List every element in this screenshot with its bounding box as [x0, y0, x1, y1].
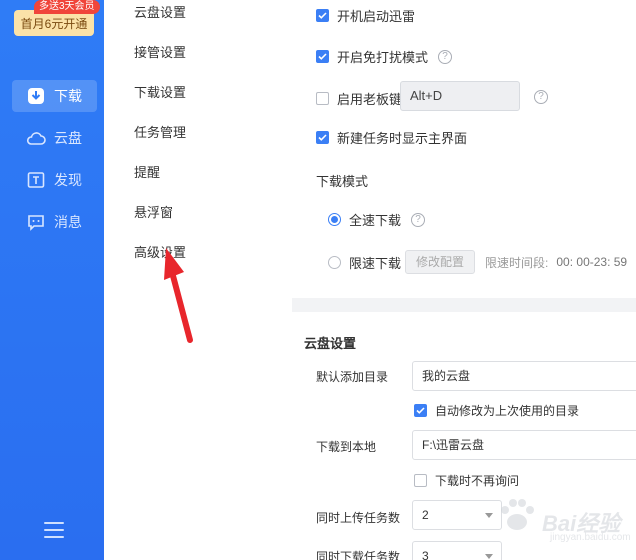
rail-item-label: 云盘	[54, 130, 82, 146]
cloud-icon	[26, 128, 46, 148]
general-settings-panel: 开机启动迅雷 开启免打扰模式 ? 启用老板键 Alt+D ? 新建任务时显示主界…	[292, 0, 636, 298]
rail-item-message[interactable]: 消息	[12, 206, 97, 238]
default-dir-label: 默认添加目录	[316, 370, 389, 384]
local-dir-field[interactable]: F:\迅雷云盘	[412, 430, 636, 460]
help-icon[interactable]: ?	[438, 49, 453, 64]
rail-item-download[interactable]: 下载	[12, 80, 97, 112]
download-count-value: 3	[422, 549, 429, 560]
message-icon	[26, 212, 46, 232]
checkbox-checked-icon[interactable]	[316, 131, 329, 144]
dnd-label: 开启免打扰模式	[337, 50, 429, 65]
checkbox-checked-icon[interactable]	[316, 9, 329, 22]
settings-nav: 云盘设置 接管设置 下载设置 任务管理 提醒 悬浮窗 高级设置	[104, 0, 292, 560]
rail-item-label: 发现	[54, 172, 82, 188]
show-main-option[interactable]: 新建任务时显示主界面	[316, 128, 467, 147]
cloud-settings-panel: 云盘设置 默认添加目录 我的云盘 自动修改为上次使用的目录 下载到本地 F:\迅…	[292, 312, 636, 560]
default-dir-field[interactable]: 我的云盘	[412, 361, 636, 391]
download-count-label: 同时下载任务数	[316, 550, 401, 560]
chevron-down-icon	[485, 554, 493, 559]
rail-item-cloud[interactable]: 云盘	[12, 122, 97, 154]
settings-nav-task-management[interactable]: 任务管理	[134, 122, 186, 141]
checkbox-checked-icon[interactable]	[316, 50, 329, 63]
radio-selected-icon[interactable]	[328, 213, 341, 226]
autostart-label: 开机启动迅雷	[337, 9, 416, 24]
speed-period-label: 限速时间段:	[485, 255, 549, 270]
left-rail: 首月6元开通 多送3天会员 下载 云盘 发现 消息	[0, 0, 104, 560]
boss-key-hotkey-field[interactable]: Alt+D	[400, 81, 520, 111]
settings-nav-takeover[interactable]: 接管设置	[134, 42, 186, 61]
upload-count-value: 2	[422, 508, 429, 522]
settings-nav-floating-window[interactable]: 悬浮窗	[134, 202, 173, 221]
checkbox-unchecked-icon[interactable]	[414, 474, 427, 487]
boss-key-label: 启用老板键	[337, 92, 403, 107]
auto-modify-option[interactable]: 自动修改为上次使用的目录	[414, 402, 579, 419]
limit-speed-option[interactable]: 限速下载 修改配置 限速时间段: 00: 00-23: 59	[328, 250, 627, 274]
download-count-select[interactable]: 3	[412, 541, 502, 560]
help-icon[interactable]: ?	[411, 212, 426, 227]
upload-count-label: 同时上传任务数	[316, 511, 401, 525]
rail-item-discover[interactable]: 发现	[12, 164, 97, 196]
no-ask-label: 下载时不再询问	[435, 474, 520, 488]
rail-item-label: 下载	[54, 88, 82, 104]
download-mode-title: 下载模式	[316, 174, 369, 189]
promo-label: 首月6元开通	[20, 16, 88, 31]
boss-key-option[interactable]: 启用老板键	[316, 89, 402, 108]
settings-nav-cloud[interactable]: 云盘设置	[134, 2, 186, 21]
local-dir-label: 下载到本地	[316, 440, 377, 454]
checkbox-unchecked-icon[interactable]	[316, 92, 329, 105]
settings-nav-advanced[interactable]: 高级设置	[134, 242, 186, 261]
no-ask-option[interactable]: 下载时不再询问	[414, 472, 519, 489]
autostart-option[interactable]: 开机启动迅雷	[316, 6, 415, 25]
settings-nav-reminder[interactable]: 提醒	[134, 162, 160, 181]
speed-period-value: 00: 00-23: 59	[556, 255, 628, 269]
show-main-label: 新建任务时显示主界面	[337, 131, 468, 146]
upload-count-select[interactable]: 2	[412, 500, 502, 530]
full-speed-option[interactable]: 全速下载 ?	[328, 210, 426, 229]
chevron-down-icon	[485, 513, 493, 518]
cloud-section-title: 云盘设置	[304, 336, 357, 351]
settings-nav-download[interactable]: 下载设置	[134, 82, 186, 101]
auto-modify-label: 自动修改为上次使用的目录	[435, 404, 580, 418]
dnd-option[interactable]: 开启免打扰模式 ?	[316, 47, 453, 66]
discover-icon	[26, 170, 46, 190]
help-icon[interactable]: ?	[534, 90, 548, 104]
radio-unselected-icon[interactable]	[328, 255, 341, 269]
promo-badge: 多送3天会员	[34, 0, 100, 14]
download-icon	[26, 86, 46, 106]
hamburger-menu-icon[interactable]	[44, 522, 64, 540]
limit-speed-label: 限速下载	[349, 255, 402, 271]
rail-item-label: 消息	[54, 214, 82, 230]
full-speed-label: 全速下载	[349, 213, 402, 228]
modify-config-button[interactable]: 修改配置	[405, 250, 476, 274]
checkbox-checked-icon[interactable]	[414, 404, 427, 417]
